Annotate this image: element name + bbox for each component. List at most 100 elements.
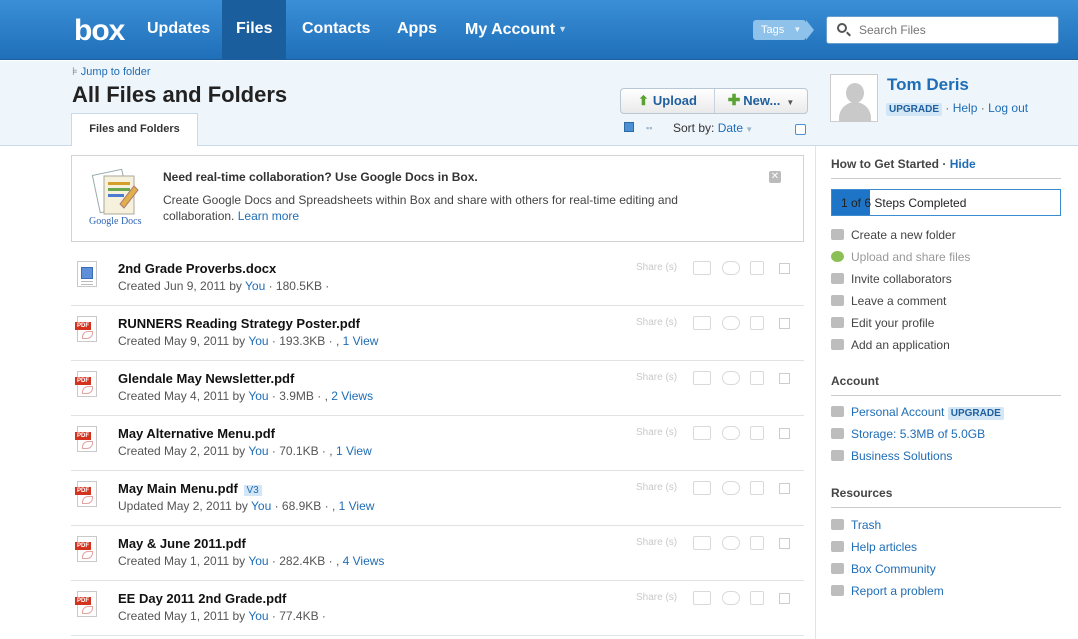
download-icon[interactable] [750,316,764,330]
upgrade-badge[interactable]: UPGRADE [947,407,1004,420]
sidebar-item[interactable]: Leave a comment [831,292,946,310]
sidebar-item[interactable]: Upload and share files [831,248,970,266]
tag-icon[interactable] [722,426,740,440]
file-owner-link[interactable]: You [251,499,271,513]
comment-icon[interactable] [693,591,711,605]
upgrade-badge[interactable]: UPGRADE [886,103,943,116]
file-checkbox[interactable] [779,373,790,384]
tag-icon[interactable] [722,481,740,495]
download-icon[interactable] [750,481,764,495]
close-icon[interactable]: ✕ [769,171,781,183]
select-all-checkbox[interactable] [795,124,806,135]
file-owner-link[interactable]: You [248,334,268,348]
tag-icon[interactable] [722,261,740,275]
nav-apps[interactable]: Apps [383,0,451,60]
nav-files[interactable]: Files [222,0,287,60]
file-owner-link[interactable]: You [245,279,265,293]
comment-icon[interactable] [693,371,711,385]
sidebar-item[interactable]: Box Community [831,560,936,578]
file-checkbox[interactable] [779,483,790,494]
file-row[interactable]: PDF EE Day 2011 2nd Grade.pdf Created May … [71,581,804,636]
download-icon[interactable] [750,371,764,385]
file-views-link[interactable]: 1 View [336,444,372,458]
sidebar-item-label[interactable]: Box Community [851,562,936,576]
tags-button[interactable]: Tags ▼ [753,20,815,40]
tab-files-and-folders[interactable]: Files and Folders [71,113,198,146]
sidebar-item[interactable]: Invite collaborators [831,270,952,288]
file-name[interactable]: EE Day 2011 2nd Grade.pdf [118,591,286,606]
grid-view-icon[interactable]: ▪▪ [646,123,652,133]
comment-icon[interactable] [693,481,711,495]
share-link[interactable]: Share (s) [636,592,677,603]
comment-icon[interactable] [693,536,711,550]
share-link[interactable]: Share (s) [636,372,677,383]
download-icon[interactable] [750,426,764,440]
file-views-link[interactable]: 4 Views [343,554,385,568]
sidebar-item[interactable]: Report a problem [831,582,944,600]
share-link[interactable]: Share (s) [636,262,677,273]
file-name[interactable]: 2nd Grade Proverbs.docx [118,261,276,276]
comment-icon[interactable] [693,316,711,330]
jump-to-folder-link[interactable]: ⊧ Jump to folder [72,65,151,78]
box-logo[interactable]: box [74,14,125,48]
nav-contacts[interactable]: Contacts [288,0,384,60]
user-name[interactable]: Tom Deris [887,75,969,95]
upload-button[interactable]: ⬆ Upload [621,89,715,113]
sidebar-item[interactable]: Trash [831,516,881,534]
file-owner-link[interactable]: You [248,554,268,568]
comment-icon[interactable] [693,426,711,440]
help-link[interactable]: Help [953,101,978,115]
file-name[interactable]: Glendale May Newsletter.pdf [118,371,294,386]
file-checkbox[interactable] [779,428,790,439]
sidebar-item-label[interactable]: Trash [851,518,881,532]
file-views-link[interactable]: 1 View [339,499,375,513]
share-link[interactable]: Share (s) [636,537,677,548]
file-owner-link[interactable]: You [248,444,268,458]
sidebar-item-label[interactable]: Report a problem [851,584,944,598]
logout-link[interactable]: Log out [988,101,1028,115]
file-name[interactable]: May Alternative Menu.pdf [118,426,275,441]
sidebar-item[interactable]: Add an application [831,336,950,354]
file-checkbox[interactable] [779,538,790,549]
file-views-link[interactable]: 2 Views [331,389,373,403]
file-checkbox[interactable] [779,593,790,604]
list-view-icon[interactable] [624,122,634,132]
avatar[interactable] [830,74,878,122]
file-name[interactable]: May Main Menu.pdf V3 [118,481,262,496]
sidebar-item[interactable]: Edit your profile [831,314,934,332]
tag-icon[interactable] [722,316,740,330]
download-icon[interactable] [750,261,764,275]
file-views-link[interactable]: 1 View [343,334,379,348]
sidebar-item[interactable]: Help articles [831,538,917,556]
download-icon[interactable] [750,591,764,605]
file-owner-link[interactable]: You [248,609,268,623]
file-row[interactable]: PDF May & June 2011.pdf Created May 1, 201… [71,526,804,581]
comment-icon[interactable] [693,261,711,275]
share-link[interactable]: Share (s) [636,427,677,438]
sidebar-item-label[interactable]: Help articles [851,540,917,554]
file-checkbox[interactable] [779,318,790,329]
file-owner-link[interactable]: You [248,389,268,403]
share-link[interactable]: Share (s) [636,482,677,493]
sidebar-item[interactable]: Storage: 5.3MB of 5.0GB [831,425,985,443]
file-name[interactable]: RUNNERS Reading Strategy Poster.pdf [118,316,360,331]
sidebar-item[interactable]: Create a new folder [831,226,956,244]
tag-icon[interactable] [722,536,740,550]
file-checkbox[interactable] [779,263,790,274]
sidebar-item[interactable]: Business Solutions [831,447,952,465]
file-name[interactable]: May & June 2011.pdf [118,536,246,551]
search-input[interactable] [859,22,1049,38]
download-icon[interactable] [750,536,764,550]
sidebar-item-label[interactable]: Business Solutions [851,449,952,463]
file-row[interactable]: PDF May Alternative Menu.pdf Created May 2… [71,416,804,471]
tag-icon[interactable] [722,591,740,605]
sidebar-item-label[interactable]: Personal Account [851,405,944,419]
nav-updates[interactable]: Updates [133,0,224,60]
file-row[interactable]: PDF Glendale May Newsletter.pdf Created Ma… [71,361,804,416]
learn-more-link[interactable]: Learn more [238,209,299,223]
hide-link[interactable]: Hide [950,157,976,171]
version-badge[interactable]: V3 [243,485,262,496]
sort-control[interactable]: Sort by: Date ▼ [673,121,753,135]
sidebar-item-label[interactable]: Storage: 5.3MB of 5.0GB [851,427,985,441]
sidebar-item[interactable]: Personal Account UPGRADE [831,403,1004,421]
